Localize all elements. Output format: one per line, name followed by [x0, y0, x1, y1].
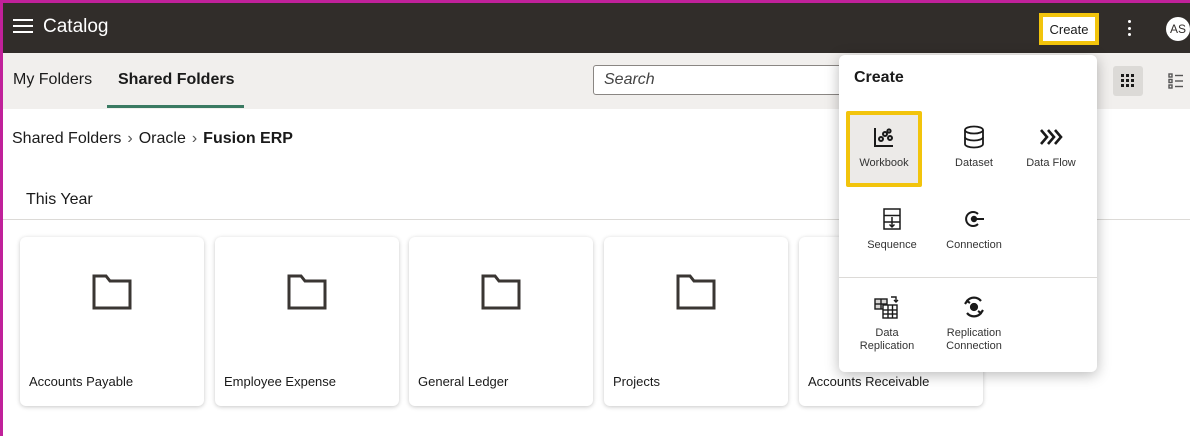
chevron-right-icon: › [191, 130, 198, 147]
sequence-icon [854, 205, 930, 233]
create-item-label: Data Flow [1026, 157, 1076, 169]
create-item-label: Data Replication [859, 327, 915, 352]
create-connection-button[interactable]: Connection [936, 205, 1012, 252]
folder-card-general-ledger[interactable]: General Ledger [409, 237, 593, 406]
connection-icon [936, 205, 1012, 233]
create-item-label: Dataset [955, 157, 993, 169]
breadcrumb-shared-folders[interactable]: Shared Folders [12, 130, 121, 148]
user-avatar[interactable]: AS [1166, 17, 1190, 41]
app-title: Catalog [43, 16, 109, 37]
folder-card-projects[interactable]: Projects [604, 237, 788, 406]
folder-icon [481, 274, 521, 310]
search-input[interactable]: Search [593, 65, 853, 95]
create-menu-popup: Create Workbook Dataset Data Flow Sequen… [839, 55, 1097, 372]
more-options-icon[interactable] [1125, 17, 1133, 39]
tab-my-folders[interactable]: My Folders [13, 71, 92, 89]
breadcrumb: Shared Folders › Oracle › Fusion ERP [12, 130, 293, 148]
folder-label: Accounts Payable [29, 374, 134, 389]
workbook-icon [850, 123, 918, 151]
chevron-right-icon: › [127, 130, 133, 147]
top-bar: Catalog Create AS [3, 3, 1190, 53]
create-item-label: Replication Connection [946, 327, 1002, 352]
create-dataset-button[interactable]: Dataset [936, 123, 1012, 170]
breadcrumb-fusion-erp: Fusion ERP [203, 130, 293, 147]
create-button[interactable]: Create [1039, 13, 1099, 45]
folder-card-employee-expense[interactable]: Employee Expense [215, 237, 399, 406]
create-item-label: Sequence [867, 239, 917, 251]
create-menu-divider [839, 277, 1097, 278]
folder-icon [92, 274, 132, 310]
dataset-icon [936, 123, 1012, 151]
data-flow-icon [1013, 123, 1089, 151]
create-item-label: Workbook [859, 157, 909, 169]
replication-connection-icon [936, 293, 1012, 321]
create-item-label: Connection [946, 239, 1002, 251]
folder-icon [287, 274, 327, 310]
create-sequence-button[interactable]: Sequence [854, 205, 930, 252]
folder-label: Employee Expense [224, 374, 337, 389]
breadcrumb-oracle[interactable]: Oracle [139, 130, 186, 148]
menu-icon[interactable] [13, 17, 33, 37]
data-replication-icon [849, 293, 925, 321]
section-title: This Year [26, 191, 93, 208]
create-data-replication-button[interactable]: Data Replication [849, 293, 925, 353]
tab-shared-folders[interactable]: Shared Folders [118, 71, 234, 89]
folder-label: Accounts Receivable [808, 374, 930, 389]
list-view-icon[interactable] [1161, 66, 1190, 96]
grid-view-icon[interactable] [1113, 66, 1143, 96]
folder-label: General Ledger [418, 374, 509, 389]
create-replication-connection-button[interactable]: Replication Connection [936, 293, 1012, 353]
folder-label: Projects [613, 374, 660, 389]
create-menu-title: Create [854, 69, 904, 86]
folder-card-accounts-payable[interactable]: Accounts Payable [20, 237, 204, 406]
folder-icon [676, 274, 716, 310]
create-workbook-button[interactable]: Workbook [846, 111, 922, 187]
create-data-flow-button[interactable]: Data Flow [1013, 123, 1089, 170]
active-tab-indicator [107, 105, 244, 108]
